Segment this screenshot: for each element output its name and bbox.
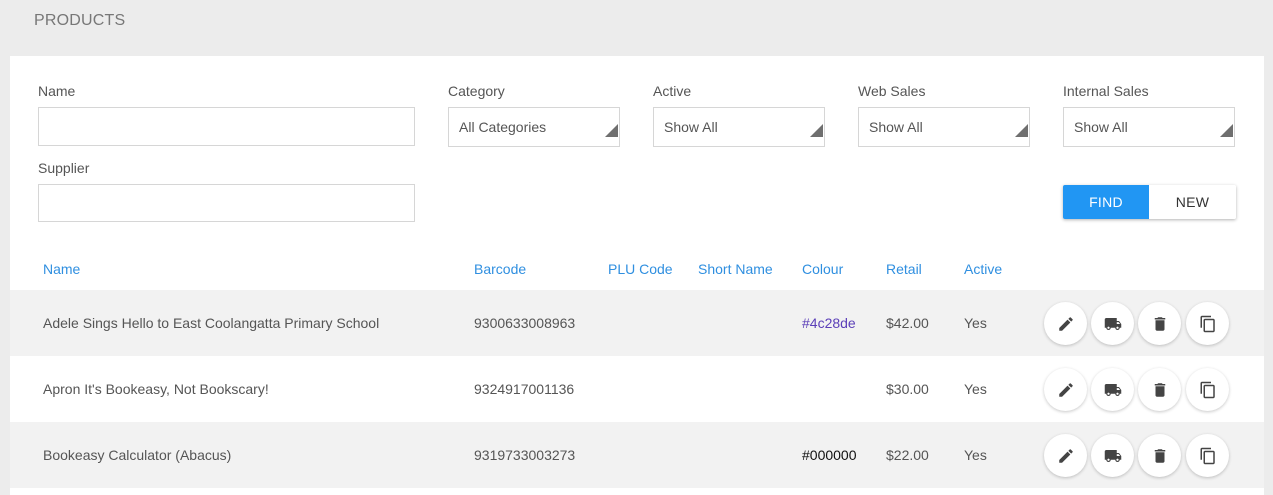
active-select[interactable]: Show All bbox=[653, 107, 825, 147]
supplier-filter-label: Supplier bbox=[38, 160, 90, 176]
active-cell: Yes bbox=[964, 447, 987, 463]
delete-button[interactable] bbox=[1138, 302, 1181, 345]
trash-icon bbox=[1154, 316, 1165, 331]
product-name-cell: Bookeasy Calculator (Abacus) bbox=[43, 447, 232, 463]
edit-button[interactable] bbox=[1044, 368, 1087, 411]
colour-cell: #000000 bbox=[802, 447, 857, 463]
barcode-cell: 9300633008963 bbox=[474, 315, 576, 331]
shipping-button[interactable] bbox=[1091, 368, 1134, 411]
category-filter-label: Category bbox=[448, 83, 505, 99]
shipping-button[interactable] bbox=[1091, 302, 1134, 345]
edit-icon bbox=[1058, 448, 1073, 463]
colour-cell: #4c28de bbox=[802, 315, 856, 331]
copy-icon bbox=[1200, 447, 1215, 464]
column-header-barcode[interactable]: Barcode bbox=[474, 261, 526, 277]
active-cell: Yes bbox=[964, 381, 987, 397]
edit-button[interactable] bbox=[1044, 434, 1087, 477]
edit-button[interactable] bbox=[1044, 302, 1087, 345]
column-header-active[interactable]: Active bbox=[964, 261, 1002, 277]
web-sales-select[interactable]: Show All bbox=[858, 107, 1030, 147]
column-header-colour[interactable]: Colour bbox=[802, 261, 843, 277]
retail-cell: $22.00 bbox=[886, 447, 929, 463]
barcode-cell: 9319733003273 bbox=[474, 447, 576, 463]
dropdown-arrow-icon bbox=[605, 124, 618, 137]
find-new-button-group: FIND NEW bbox=[1063, 185, 1236, 219]
duplicate-button[interactable] bbox=[1186, 368, 1229, 411]
product-name-cell: Apron It's Bookeasy, Not Bookscary! bbox=[43, 381, 269, 397]
products-panel: Name Category All Categories Active Show… bbox=[10, 56, 1264, 495]
supplier-filter-input[interactable] bbox=[38, 184, 415, 222]
active-select-value: Show All bbox=[664, 119, 718, 135]
product-name-cell: Adele Sings Hello to East Coolangatta Pr… bbox=[43, 315, 380, 331]
column-header-short-name[interactable]: Short Name bbox=[698, 261, 773, 277]
barcode-cell: 9324917001136 bbox=[474, 381, 575, 397]
truck-icon bbox=[1104, 317, 1121, 330]
trash-icon bbox=[1154, 382, 1165, 397]
category-select-value: All Categories bbox=[459, 119, 547, 135]
web-sales-filter-label: Web Sales bbox=[858, 83, 926, 99]
web-sales-select-value: Show All bbox=[869, 119, 923, 135]
edit-icon bbox=[1058, 382, 1073, 397]
retail-cell: $30.00 bbox=[886, 381, 929, 397]
column-header-retail[interactable]: Retail bbox=[886, 261, 922, 277]
find-button[interactable]: FIND bbox=[1063, 185, 1149, 219]
dropdown-arrow-icon bbox=[1220, 124, 1233, 137]
duplicate-button[interactable] bbox=[1186, 302, 1229, 345]
active-cell: Yes bbox=[964, 315, 987, 331]
internal-sales-select-value: Show All bbox=[1074, 119, 1128, 135]
copy-icon bbox=[1200, 315, 1215, 332]
copy-icon bbox=[1200, 381, 1215, 398]
trash-icon bbox=[1154, 448, 1165, 463]
dropdown-arrow-icon bbox=[1015, 124, 1028, 137]
active-filter-label: Active bbox=[653, 83, 692, 99]
duplicate-button[interactable] bbox=[1186, 434, 1229, 477]
edit-icon bbox=[1058, 316, 1073, 331]
delete-button[interactable] bbox=[1138, 434, 1181, 477]
category-select[interactable]: All Categories bbox=[448, 107, 620, 147]
truck-icon bbox=[1104, 383, 1121, 396]
internal-sales-select[interactable]: Show All bbox=[1063, 107, 1235, 147]
new-button[interactable]: NEW bbox=[1149, 185, 1236, 219]
delete-button[interactable] bbox=[1138, 368, 1181, 411]
table-row[interactable]: Apron It's Bookeasy, Not Bookscary! 9324… bbox=[10, 356, 1264, 422]
dropdown-arrow-icon bbox=[810, 124, 823, 137]
retail-cell: $42.00 bbox=[886, 315, 929, 331]
page-title: PRODUCTS bbox=[34, 12, 126, 29]
shipping-button[interactable] bbox=[1091, 434, 1134, 477]
internal-sales-filter-label: Internal Sales bbox=[1063, 83, 1149, 99]
table-row[interactable]: Bookeasy Calculator (Abacus) 93197330032… bbox=[10, 422, 1264, 488]
truck-icon bbox=[1104, 449, 1121, 462]
name-filter-label: Name bbox=[38, 83, 76, 99]
column-header-plu-code[interactable]: PLU Code bbox=[608, 261, 673, 277]
column-header-name[interactable]: Name bbox=[43, 261, 80, 277]
name-filter-input[interactable] bbox=[38, 107, 415, 146]
table-row[interactable]: Adele Sings Hello to East Coolangatta Pr… bbox=[10, 290, 1264, 356]
